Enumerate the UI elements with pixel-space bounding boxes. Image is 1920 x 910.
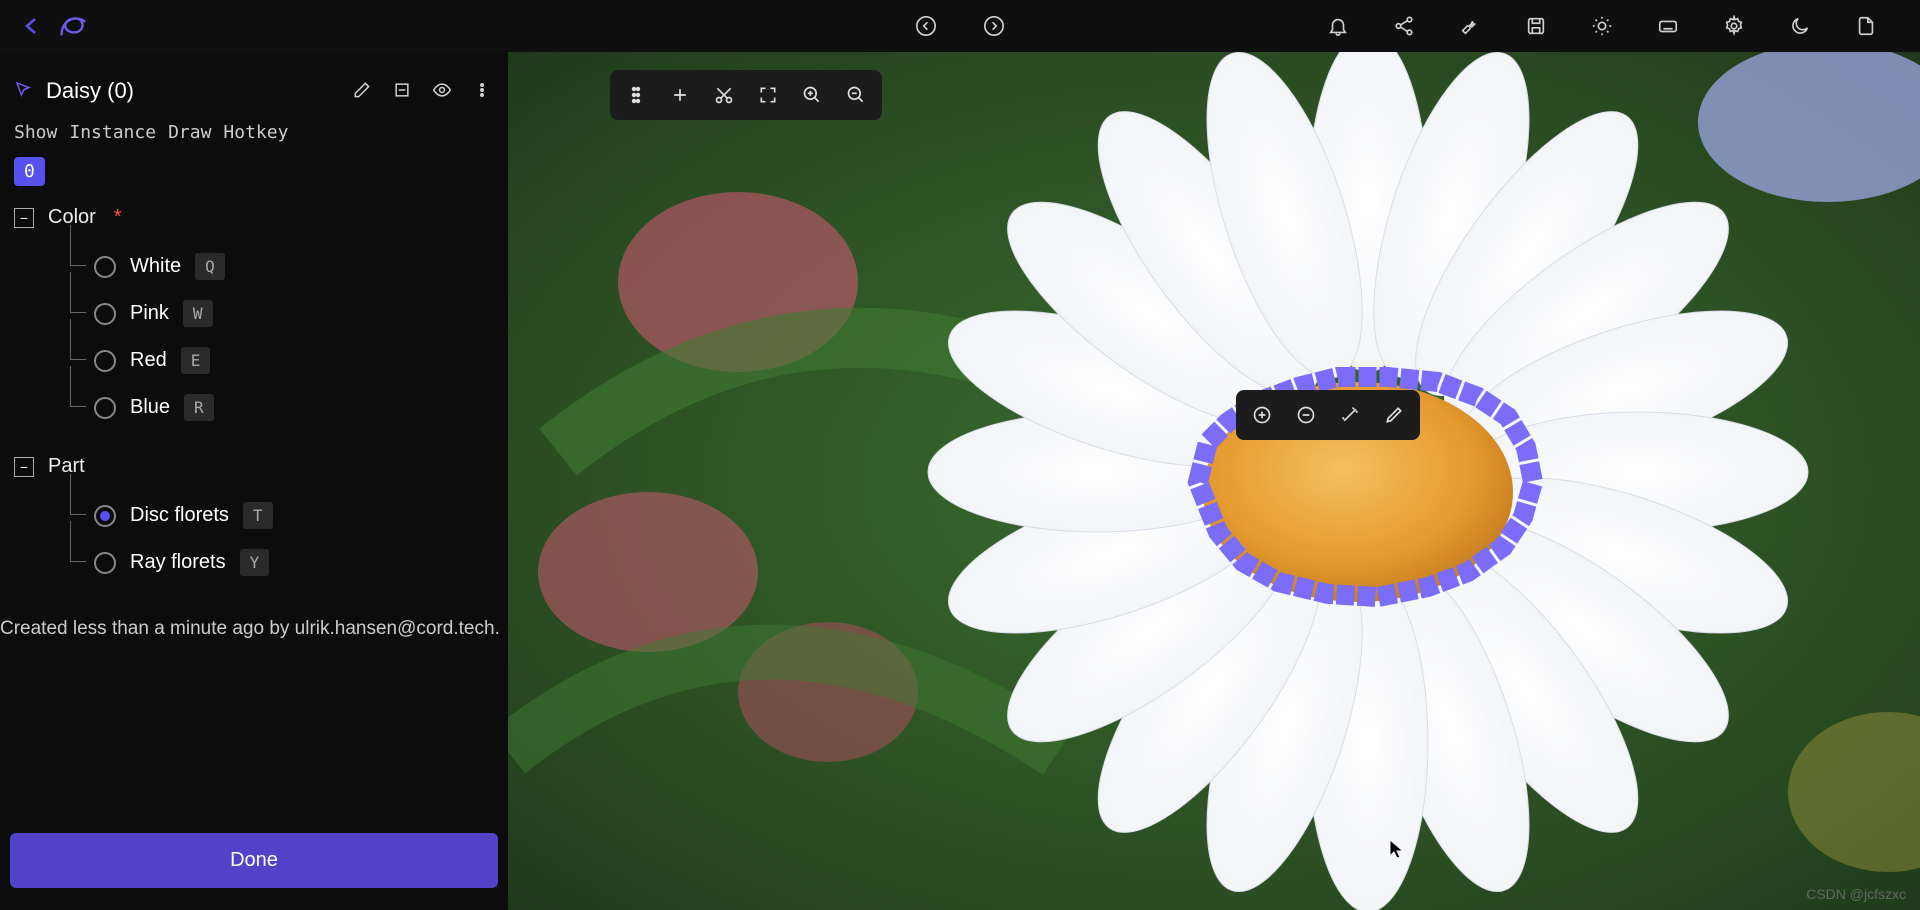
zoom-in-icon[interactable]	[792, 80, 832, 110]
label-title: Daisy (0)	[46, 78, 338, 104]
segmentation-toolbar[interactable]	[1236, 390, 1420, 440]
hotkey-e: E	[181, 347, 211, 374]
drag-handle-icon[interactable]	[616, 80, 656, 110]
attr-part-label: Part	[48, 455, 85, 478]
label-blue: Blue	[130, 396, 170, 419]
collapse-part[interactable]: −	[14, 457, 34, 477]
canvas-toolbar[interactable]	[610, 70, 882, 120]
hotkey-y: Y	[240, 549, 270, 576]
hotkey-w: W	[183, 300, 213, 327]
eye-icon[interactable]	[432, 80, 454, 102]
hotkey-r: R	[184, 394, 214, 421]
watermark: CSDN @jcfszxc	[1806, 886, 1906, 902]
radio-ray[interactable]	[94, 552, 116, 574]
done-button[interactable]: Done	[10, 833, 498, 888]
bell-icon[interactable]	[1324, 12, 1352, 40]
tab-row: Show Instance Draw Hotkey	[0, 112, 508, 149]
sidebar: Daisy (0) Show Instance Draw Hotkey 0 − …	[0, 52, 508, 910]
hotkey-q: Q	[195, 253, 225, 280]
save-icon[interactable]	[1522, 12, 1550, 40]
tab-hotkey[interactable]: Hotkey	[223, 122, 288, 143]
attr-color-label: Color	[48, 206, 96, 229]
attr-part: − Part Disc florets T Ray florets Y	[0, 443, 508, 598]
radio-white[interactable]	[94, 256, 116, 278]
option-pink[interactable]: Pink W	[14, 290, 494, 337]
canvas[interactable]	[508, 52, 1920, 910]
tab-show[interactable]: Show	[14, 122, 57, 143]
hotkey-t: T	[243, 502, 273, 529]
label-red: Red	[130, 349, 167, 372]
label-actions	[352, 80, 494, 102]
label-white: White	[130, 255, 181, 278]
wrench-icon[interactable]	[1456, 12, 1484, 40]
gear-icon[interactable]	[1720, 12, 1748, 40]
option-red[interactable]: Red E	[14, 337, 494, 384]
brightness-icon[interactable]	[1588, 12, 1616, 40]
cursor-icon	[14, 80, 32, 103]
seg-add-icon[interactable]	[1242, 400, 1282, 430]
moon-icon[interactable]	[1786, 12, 1814, 40]
attr-color: − Color * White Q Pink W Red E Blue R	[0, 194, 508, 443]
prev-frame-button[interactable]	[912, 12, 940, 40]
option-white[interactable]: White Q	[14, 243, 494, 290]
radio-blue[interactable]	[94, 397, 116, 419]
tab-instance[interactable]: Instance	[69, 122, 156, 143]
share-icon[interactable]	[1390, 12, 1418, 40]
topbar	[0, 0, 1920, 52]
app-logo[interactable]	[54, 6, 94, 46]
back-icon[interactable]	[20, 14, 44, 38]
collapse-color[interactable]: −	[14, 208, 34, 228]
fit-icon[interactable]	[748, 80, 788, 110]
instance-badge[interactable]: 0	[14, 157, 45, 186]
cut-icon[interactable]	[704, 80, 744, 110]
option-disc[interactable]: Disc florets T	[14, 492, 494, 539]
option-blue[interactable]: Blue R	[14, 384, 494, 431]
label-header: Daisy (0)	[0, 70, 508, 112]
pencil-icon[interactable]	[1374, 400, 1414, 430]
radio-pink[interactable]	[94, 303, 116, 325]
magic-wand-icon[interactable]	[1330, 400, 1370, 430]
flower-image	[508, 52, 1920, 910]
more-icon[interactable]	[472, 80, 494, 102]
collapse-icon[interactable]	[392, 80, 414, 102]
zoom-out-icon[interactable]	[836, 80, 876, 110]
created-note: Created less than a minute ago by ulrik.…	[0, 598, 508, 660]
label-disc: Disc florets	[130, 504, 229, 527]
label-pink: Pink	[130, 302, 169, 325]
eraser-icon[interactable]	[352, 80, 374, 102]
label-ray: Ray florets	[130, 551, 226, 574]
mouse-cursor	[1388, 838, 1406, 865]
required-asterisk: *	[114, 206, 122, 229]
keyboard-icon[interactable]	[1654, 12, 1682, 40]
next-frame-button[interactable]	[980, 12, 1008, 40]
radio-disc[interactable]	[94, 505, 116, 527]
seg-subtract-icon[interactable]	[1286, 400, 1326, 430]
add-icon[interactable]	[660, 80, 700, 110]
file-export-icon[interactable]	[1852, 12, 1880, 40]
tab-draw[interactable]: Draw	[168, 122, 211, 143]
option-ray[interactable]: Ray florets Y	[14, 539, 494, 586]
radio-red[interactable]	[94, 350, 116, 372]
